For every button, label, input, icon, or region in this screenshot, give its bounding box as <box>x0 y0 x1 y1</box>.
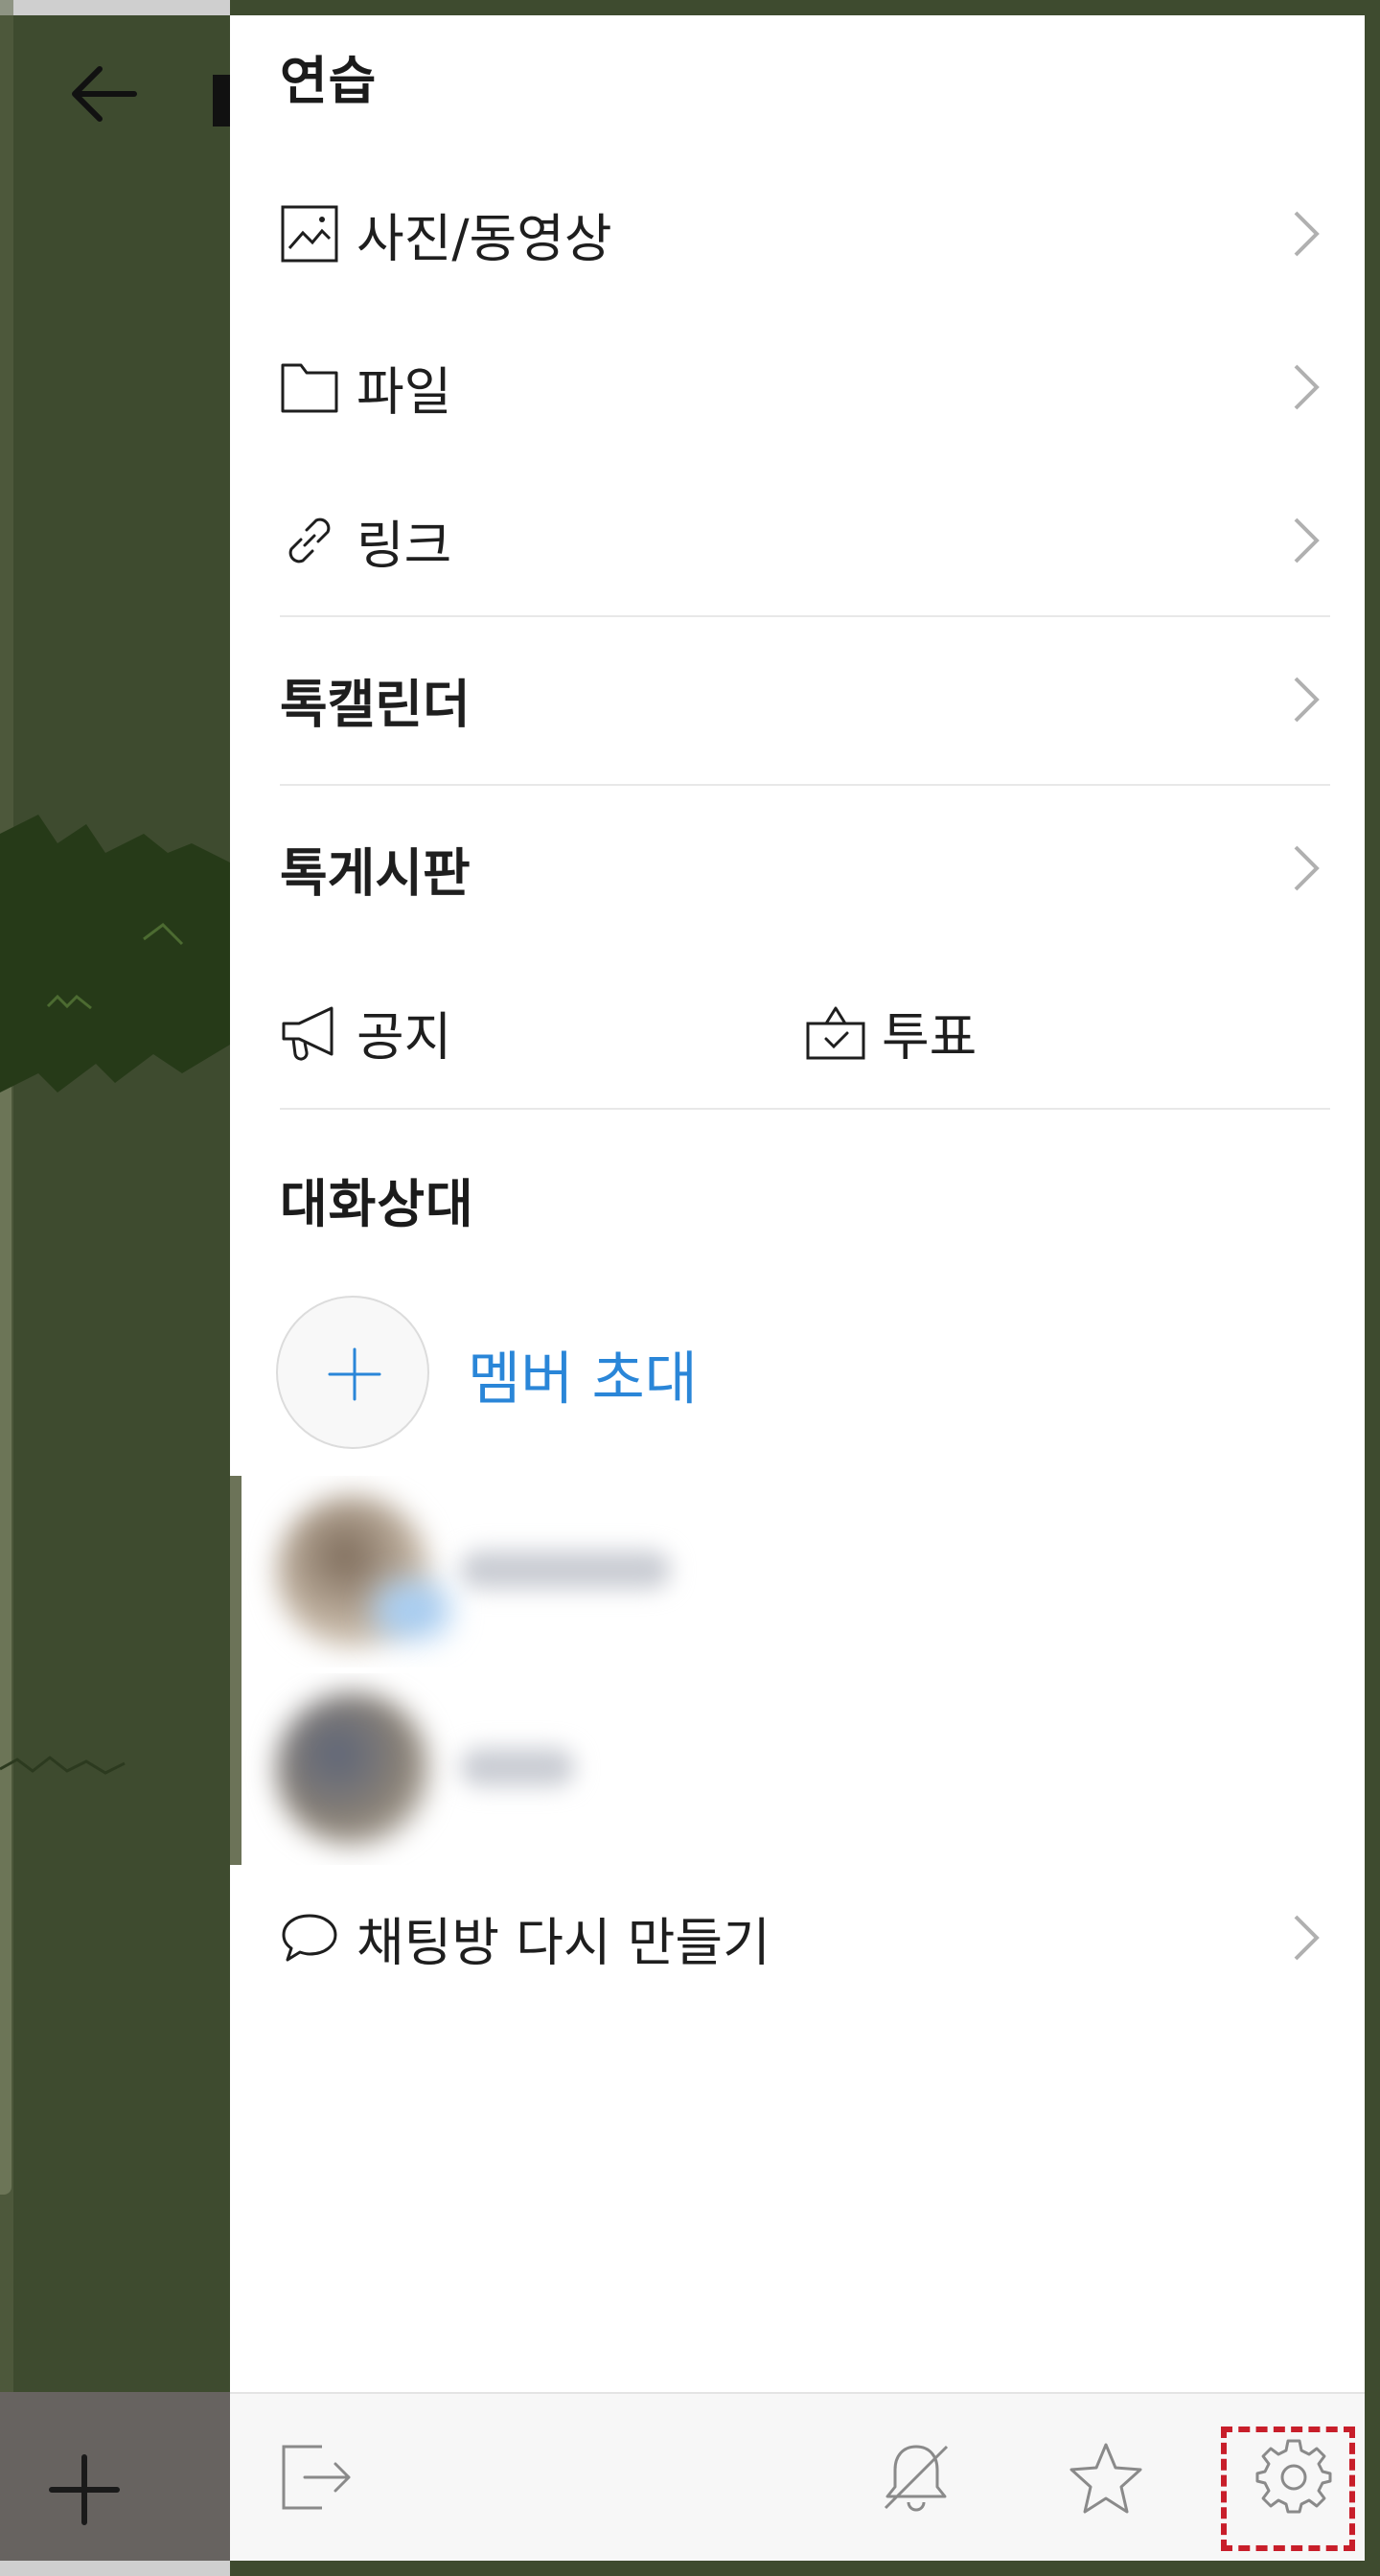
menu-label-media: 사진/동영상 <box>356 208 612 269</box>
invite-member-label: 멤버 초대 <box>468 1346 698 1414</box>
ballot-box-icon <box>806 1006 865 1060</box>
invite-member-button[interactable]: 멤버 초대 <box>276 1296 947 1453</box>
nav-bar-strip <box>0 2561 230 2576</box>
bell-off-icon[interactable] <box>878 2439 954 2516</box>
chevron-right-icon <box>1294 677 1320 723</box>
invite-circle <box>276 1296 429 1449</box>
arrow-left-icon[interactable] <box>67 56 144 132</box>
menu-label-board: 톡게시판 <box>280 842 471 904</box>
menu-label-files: 파일 <box>356 361 452 423</box>
divider <box>280 615 1330 617</box>
background-wallpaper-grass <box>0 815 230 1092</box>
settings-highlight-box <box>1221 2426 1355 2551</box>
avatar-badge-blurred <box>374 1581 450 1639</box>
drawer-toolbar <box>230 2392 1365 2561</box>
chevron-right-icon <box>1294 364 1320 410</box>
menu-label-calendar: 톡캘린더 <box>280 674 471 735</box>
exit-icon[interactable] <box>278 2439 355 2516</box>
divider <box>280 784 1330 786</box>
plus-icon <box>328 1347 381 1401</box>
menu-item-calendar[interactable]: 톡캘린더 <box>230 632 1365 767</box>
chevron-right-icon <box>1294 518 1320 564</box>
member-name-blurred <box>460 1551 671 1589</box>
menu-label-links: 링크 <box>356 515 452 576</box>
drawer-title: 연습 <box>280 51 378 111</box>
menu-label-notice: 공지 <box>356 1006 452 1068</box>
members-section-title: 대화상대 <box>280 1174 474 1234</box>
chat-room-drawer: 연습 사진/동영상 파일 링크 톡캘린더 톡게시판 공지 투표 대화상대 멤버 … <box>230 15 1365 2561</box>
menu-item-recreate[interactable]: 채팅방 다시 만들기 <box>230 1871 1365 2005</box>
menu-item-links[interactable]: 링크 <box>230 473 1365 608</box>
link-icon <box>288 518 331 564</box>
image-icon <box>281 205 338 263</box>
divider <box>280 1108 1330 1110</box>
menu-item-poll[interactable]: 투표 <box>805 970 1322 1094</box>
plus-icon[interactable] <box>46 2451 123 2528</box>
status-bar-strip <box>0 0 230 15</box>
menu-label-poll: 투표 <box>882 1006 978 1068</box>
member-row[interactable] <box>230 1673 997 1865</box>
menu-item-notice[interactable]: 공지 <box>280 970 797 1094</box>
chevron-right-icon <box>1294 845 1320 891</box>
member-row[interactable] <box>230 1476 997 1668</box>
speech-bubble-icon <box>282 1914 337 1962</box>
menu-item-media[interactable]: 사진/동영상 <box>230 167 1365 301</box>
megaphone-icon <box>282 1006 334 1061</box>
chevron-right-icon <box>1294 211 1320 257</box>
menu-item-board[interactable]: 톡게시판 <box>230 801 1365 935</box>
star-icon[interactable] <box>1068 2439 1144 2516</box>
chat-title-stub <box>213 75 232 126</box>
member-name-blurred <box>460 1748 575 1786</box>
chevron-right-icon <box>1294 1915 1320 1961</box>
menu-label-recreate: 채팅방 다시 만들기 <box>356 1912 770 1973</box>
avatar <box>276 1692 429 1846</box>
background-wallpaper-grass-2 <box>0 1756 126 1775</box>
menu-item-files[interactable]: 파일 <box>230 320 1365 454</box>
folder-icon <box>281 363 338 413</box>
